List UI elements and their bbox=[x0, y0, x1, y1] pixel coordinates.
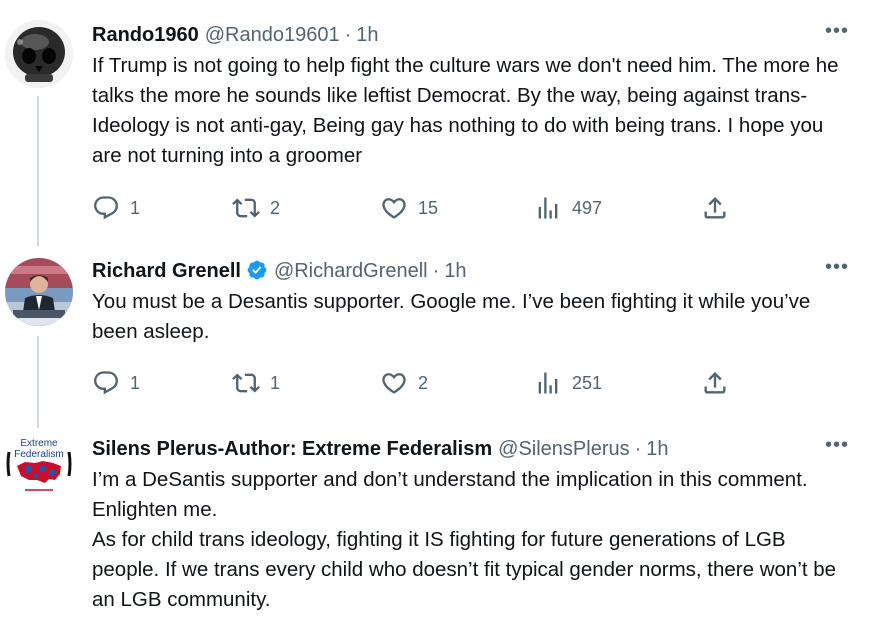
more-options-icon[interactable]: ••• bbox=[825, 20, 849, 43]
views-button[interactable]: 497 bbox=[534, 194, 602, 222]
author-handle[interactable]: @Rando19601 bbox=[205, 22, 340, 48]
view-count: 497 bbox=[572, 197, 603, 218]
share-icon bbox=[704, 197, 726, 219]
share-icon bbox=[704, 372, 726, 394]
retweet-button[interactable]: 1 bbox=[232, 369, 280, 397]
timestamp[interactable]: 1h bbox=[356, 22, 378, 48]
heart-icon bbox=[382, 198, 406, 219]
more-options-icon[interactable]: ••• bbox=[825, 256, 849, 279]
share-button[interactable] bbox=[701, 194, 729, 222]
more-options-icon[interactable]: ••• bbox=[825, 434, 849, 457]
avatar[interactable] bbox=[5, 258, 73, 326]
separator-dot: · bbox=[432, 260, 440, 282]
analytics-icon bbox=[538, 372, 558, 394]
like-button[interactable]: 15 bbox=[380, 194, 438, 222]
reply-count: 1 bbox=[130, 372, 141, 393]
reply-count: 1 bbox=[130, 197, 141, 218]
tweet[interactable]: Extreme Federalism Silens Plerus-Author:… bbox=[0, 420, 869, 630]
tweet-text: If Trump is not going to help fight the … bbox=[92, 54, 845, 167]
retweet-icon bbox=[232, 373, 260, 393]
retweet-icon bbox=[232, 198, 260, 218]
reply-icon bbox=[94, 371, 118, 395]
retweet-count: 2 bbox=[270, 197, 281, 218]
reply-button[interactable]: 1 bbox=[92, 369, 140, 397]
reply-icon bbox=[94, 196, 118, 220]
heart-icon bbox=[382, 373, 406, 394]
author-handle[interactable]: @SilensPlerus bbox=[498, 436, 629, 462]
views-button[interactable]: 251 bbox=[534, 369, 602, 397]
skull-avatar-image bbox=[5, 20, 73, 88]
view-count: 251 bbox=[572, 372, 603, 393]
avatar-text: Federalism bbox=[14, 449, 63, 460]
retweet-count: 1 bbox=[270, 372, 281, 393]
separator-dot: · bbox=[344, 24, 352, 46]
like-button[interactable]: 2 bbox=[380, 369, 428, 397]
tweet-text: You must be a Desantis supporter. Google… bbox=[92, 290, 817, 343]
timestamp[interactable]: 1h bbox=[646, 436, 668, 462]
retweet-button[interactable]: 2 bbox=[232, 194, 280, 222]
reply-button[interactable]: 1 bbox=[92, 194, 140, 222]
like-count: 2 bbox=[418, 372, 429, 393]
tweet[interactable]: Rando1960 @Rando19601 · 1h ••• If Trump … bbox=[0, 0, 869, 245]
author-name[interactable]: Silens Plerus-Author: Extreme Federalism bbox=[92, 436, 492, 462]
like-count: 15 bbox=[418, 197, 439, 218]
avatar-text: Extreme bbox=[20, 438, 58, 449]
timestamp[interactable]: 1h bbox=[444, 258, 466, 284]
separator-dot: · bbox=[634, 438, 642, 460]
profile-photo-image bbox=[5, 258, 73, 326]
tweet-text: I’m a DeSantis supporter and don’t under… bbox=[92, 468, 837, 611]
avatar[interactable] bbox=[5, 20, 73, 88]
extreme-federalism-avatar-image: Extreme Federalism bbox=[5, 430, 73, 498]
author-name[interactable]: Richard Grenell bbox=[92, 258, 241, 284]
author-handle[interactable]: @RichardGrenell bbox=[274, 258, 428, 284]
verified-badge-icon[interactable] bbox=[246, 259, 268, 281]
author-name[interactable]: Rando1960 bbox=[92, 22, 199, 48]
share-button[interactable] bbox=[701, 369, 729, 397]
analytics-icon bbox=[538, 197, 558, 219]
tweet[interactable]: Richard Grenell @RichardGrenell · 1h •••… bbox=[0, 245, 869, 420]
avatar[interactable]: Extreme Federalism bbox=[5, 430, 73, 498]
